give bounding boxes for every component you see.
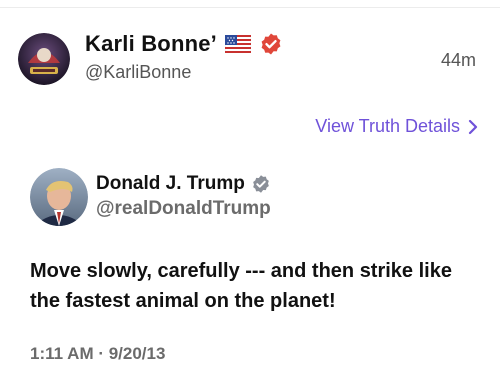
post-time-ago: 44m — [440, 50, 476, 70]
us-flag-icon — [224, 34, 252, 54]
top-divider — [0, 7, 500, 8]
avatar[interactable] — [18, 33, 70, 85]
quoted-avatar[interactable] — [30, 168, 88, 226]
verified-badge-icon — [251, 174, 271, 194]
view-truth-details-link[interactable]: View Truth Details — [315, 116, 478, 137]
verified-badge-icon — [259, 32, 283, 56]
quoted-author-handle[interactable]: @realDonaldTrump — [96, 198, 271, 220]
quoted-author-row: Donald J. Trump — [96, 172, 271, 196]
view-truth-details-label: View Truth Details — [315, 116, 460, 136]
quoted-author-name[interactable]: Donald J. Trump — [96, 173, 245, 195]
author-name-row: Karli Bonne’ — [85, 30, 283, 58]
post-text: Move slowly, carefully --- and then stri… — [30, 260, 452, 312]
post-timestamp: 1:11 AM · 9/20/13 — [30, 344, 166, 363]
chevron-right-icon — [468, 119, 478, 134]
author-handle[interactable]: @KarliBonne — [85, 62, 191, 83]
author-name[interactable]: Karli Bonne’ — [85, 31, 217, 57]
